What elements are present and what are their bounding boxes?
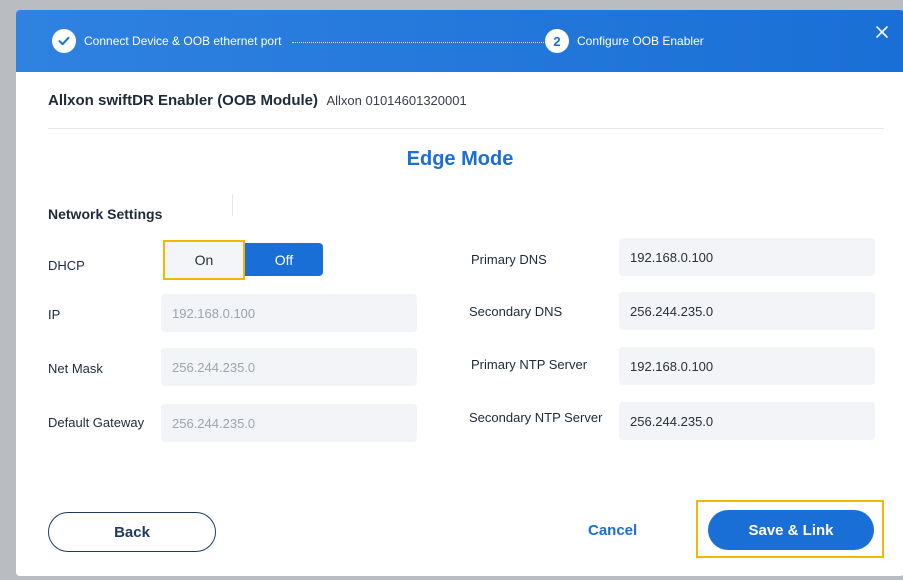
- step-connector: [292, 42, 548, 43]
- ip-label: IP: [48, 307, 61, 322]
- dhcp-off-button[interactable]: Off: [245, 243, 323, 276]
- secondary-ntp-field[interactable]: 256.244.235.0: [619, 402, 875, 440]
- step-2-number: 2: [545, 29, 569, 53]
- section-title: Network Settings: [48, 206, 163, 222]
- secondary-ntp-label: Secondary NTP Server: [469, 410, 603, 425]
- device-name: Allxon swiftDR Enabler (OOB Module): [48, 92, 319, 109]
- ip-field[interactable]: 192.168.0.100: [161, 294, 417, 332]
- divider: [48, 128, 884, 129]
- step-1: Connect Device & OOB ethernet port: [52, 29, 281, 53]
- device-info: Allxon swiftDR Enabler (OOB Module) Allx…: [48, 92, 868, 110]
- back-button[interactable]: Back: [48, 512, 216, 552]
- step-2: 2 Configure OOB Enabler: [545, 29, 704, 53]
- cancel-button[interactable]: Cancel: [588, 522, 637, 539]
- primary-dns-label: Primary DNS: [471, 252, 547, 267]
- primary-dns-field[interactable]: 192.168.0.100: [619, 238, 875, 276]
- primary-ntp-label: Primary NTP Server: [471, 357, 588, 372]
- step-2-label: Configure OOB Enabler: [577, 34, 704, 48]
- divider: [232, 194, 233, 216]
- default-gateway-label: Default Gateway: [48, 415, 145, 430]
- step-1-label: Connect Device & OOB ethernet port: [84, 34, 282, 48]
- device-serial: Allxon 01014601320001: [326, 93, 467, 108]
- primary-ntp-field[interactable]: 192.168.0.100: [619, 347, 875, 385]
- secondary-dns-field[interactable]: 256.244.235.0: [619, 292, 875, 330]
- default-gateway-field[interactable]: 256.244.235.0: [161, 404, 417, 442]
- close-icon[interactable]: [874, 24, 890, 40]
- configure-dialog: Connect Device & OOB ethernet port 2 Con…: [16, 10, 903, 576]
- secondary-dns-label: Secondary DNS: [469, 304, 563, 319]
- check-icon: [52, 29, 76, 53]
- dhcp-label: DHCP: [48, 258, 85, 273]
- dhcp-on-button[interactable]: On: [163, 240, 245, 280]
- save-link-button[interactable]: Save & Link: [708, 510, 874, 550]
- mode-title: Edge Mode: [406, 148, 514, 170]
- net-mask-label: Net Mask: [48, 361, 103, 376]
- wizard-header: Connect Device & OOB ethernet port 2 Con…: [16, 10, 903, 72]
- net-mask-field[interactable]: 256.244.235.0: [161, 348, 417, 386]
